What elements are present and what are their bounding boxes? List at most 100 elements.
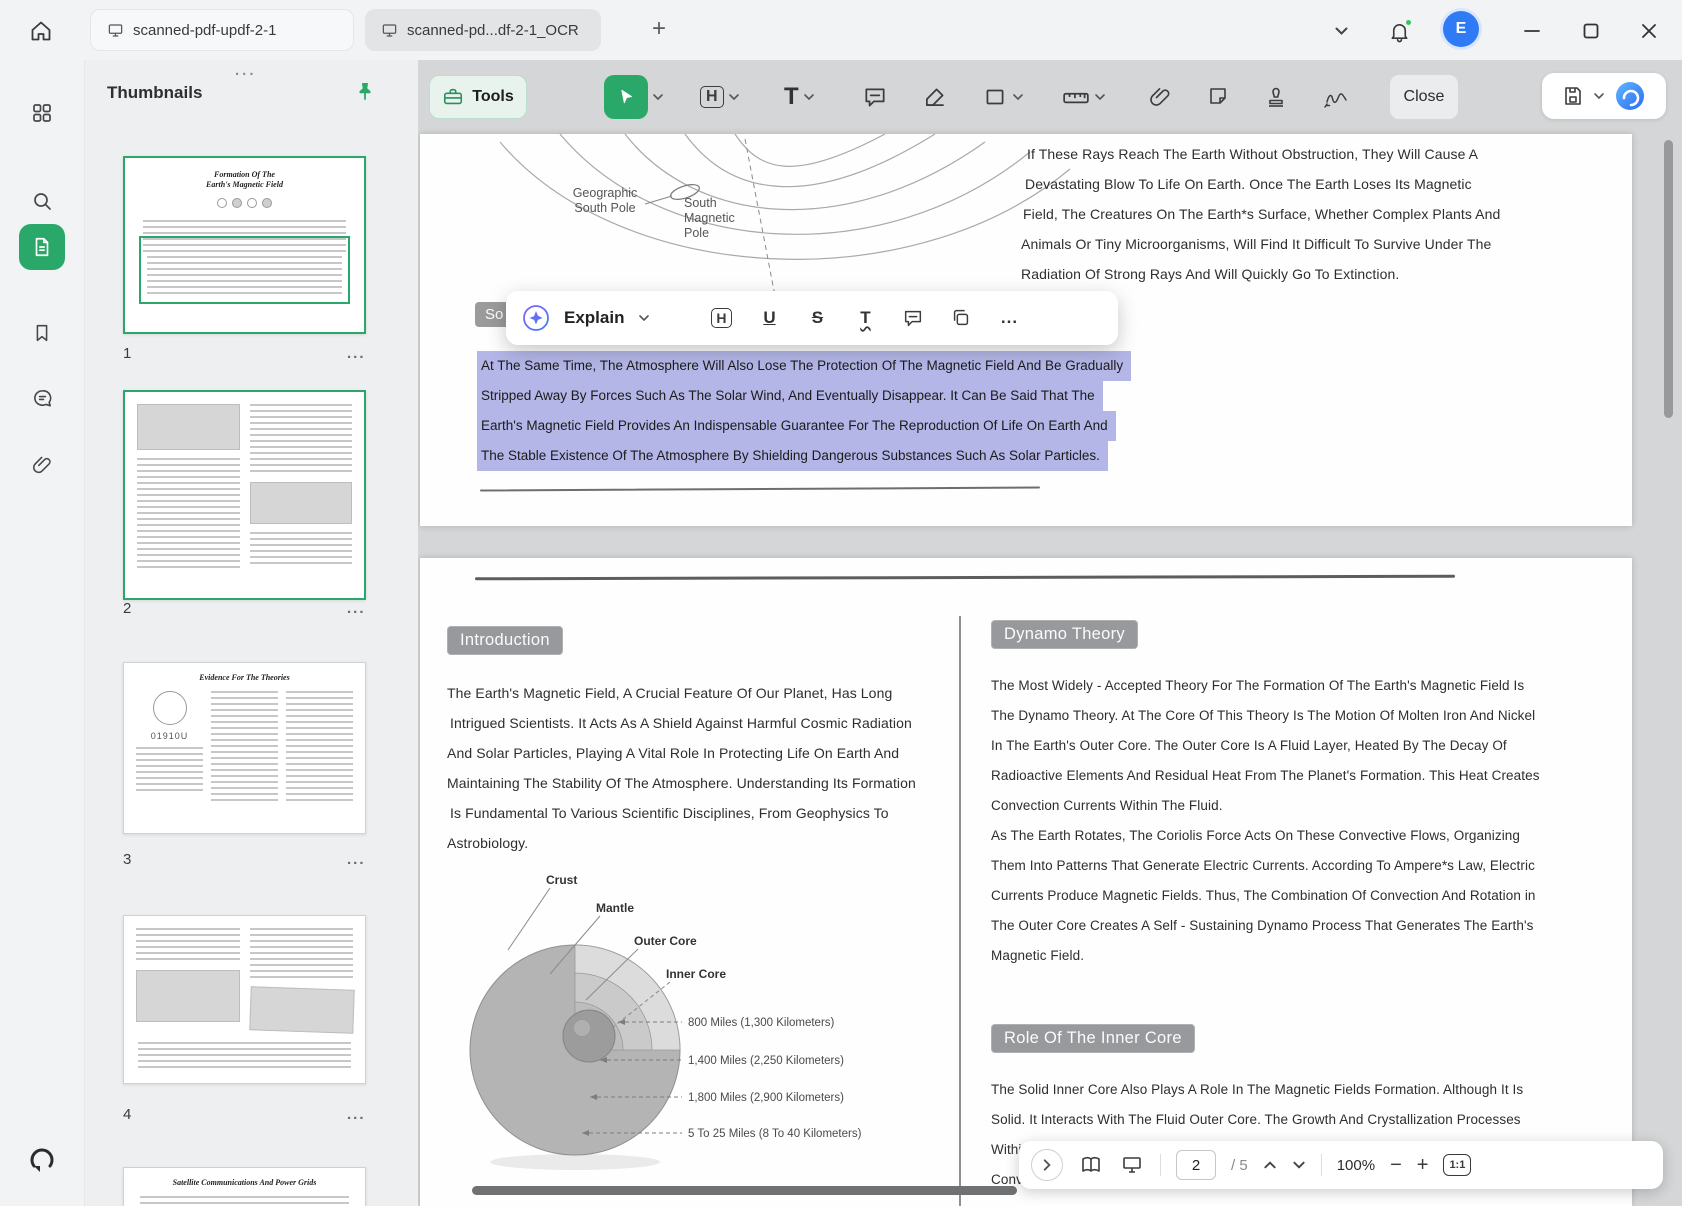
next-page-button[interactable] [1292,1160,1306,1170]
pdf-page-2[interactable]: Introduction The Earth's Magnetic Field,… [420,558,1632,1206]
selected-text-line[interactable]: The Stable Existence Of The Atmosphere B… [477,441,1108,471]
thumbnail-page-4[interactable] [123,915,366,1084]
measurement-label: 1,800 Miles (2,900 Kilometers) [688,1092,844,1104]
pdf-editor-window: Geographic South Pole South Magnetic Pol… [0,0,1682,1206]
divider [1160,1154,1161,1176]
notifications-bell-icon[interactable] [1382,14,1416,48]
zoom-out-button[interactable]: − [1390,1155,1402,1175]
pin-panel-icon[interactable] [353,80,377,104]
mantle-label: Mantle [596,901,634,915]
tab-scanned-pdf[interactable]: scanned-pdf-updf-2-1 [90,9,354,51]
more-options-button[interactable]: ... [992,301,1026,335]
thumbnail-page-3[interactable]: Evidence For The Theories 01910U [123,662,366,834]
close-button[interactable]: Close [1390,75,1458,119]
chevron-down-icon[interactable] [1094,93,1106,101]
ai-sparkle-icon [522,304,550,332]
comment-tool[interactable] [862,75,888,119]
page-number-input[interactable] [1176,1150,1216,1180]
horizontal-scrollbar[interactable] [472,1186,1017,1195]
thumbnail-menu-button[interactable]: ... [347,600,366,617]
select-tool-dropdown-chevron-icon[interactable] [652,93,664,101]
text-tool[interactable]: T [784,75,815,119]
tools-button[interactable]: Tools [429,75,527,119]
explain-dropdown-chevron-icon[interactable] [638,314,650,322]
thumbnail-page-2[interactable] [123,390,366,600]
actual-size-button[interactable]: 1:1 [1443,1154,1471,1176]
expand-bar-button[interactable] [1031,1149,1063,1181]
panel-drag-handle[interactable]: ... [235,62,257,79]
thumbnail-page-number: 4 [123,1106,131,1123]
body-text-line: Maintaining The Stability Of The Atmosph… [447,775,916,791]
thumbnail-menu-button[interactable]: ... [347,345,366,362]
measure-tool[interactable] [1062,75,1106,119]
reader-mode-button[interactable] [1078,1153,1104,1177]
attachment-tool[interactable] [1148,75,1172,119]
magnetic-field-diagram [440,134,1090,309]
text-selection-toolbar: Explain H U S T ... [506,291,1118,345]
zoom-in-button[interactable]: + [1417,1155,1429,1175]
introduction-heading[interactable]: Introduction [447,626,563,655]
tab-scanned-pdf-ocr[interactable]: scanned-pd...df-2-1_OCR [365,9,601,51]
window-close-button[interactable] [1632,14,1666,48]
apps-grid-button[interactable] [19,90,65,136]
thumbnails-view-button[interactable] [19,224,65,270]
ai-assistant-button[interactable] [1613,79,1647,113]
inner-core-heading[interactable]: Role Of The Inner Core [991,1024,1195,1053]
body-text-line: Devastating Blow To Life On Earth. Once … [1025,176,1472,192]
measurement-label: 5 To 25 Miles (8 To 40 Kilometers) [688,1128,862,1140]
strikethrough-button[interactable]: S [800,301,834,335]
dynamo-theory-heading[interactable]: Dynamo Theory [991,620,1138,649]
account-avatar[interactable]: E [1443,11,1479,47]
selected-text-line[interactable]: At The Same Time, The Atmosphere Will Al… [477,351,1131,381]
viewport-indicator [139,236,350,304]
thumbnail-figure-text: 01910U [136,731,203,741]
comment-bubble-icon [862,84,888,110]
signature-tool[interactable] [1322,75,1350,119]
search-button[interactable] [19,178,65,224]
chevron-down-icon[interactable] [1012,93,1024,101]
thumbnail-page-1[interactable]: Formation Of The Earth's Magnetic Field [123,156,366,334]
highlighter-tool[interactable] [922,75,948,119]
squiggly-underline-button[interactable]: T [848,301,882,335]
save-dropdown-chevron-icon[interactable] [1593,92,1605,100]
save-icon[interactable] [1561,84,1585,108]
vertical-scrollbar[interactable] [1664,140,1673,418]
maximize-button[interactable] [1574,14,1608,48]
thumbnail-page-5[interactable]: Satellite Communications And Power Grids [123,1167,366,1206]
tabs-dropdown-chevron-icon[interactable] [1324,14,1358,48]
explain-button[interactable]: Explain [564,308,624,328]
attachments-button[interactable] [19,442,65,488]
shape-tool[interactable] [982,75,1024,119]
body-text-line: Field, The Creatures On The Earth*s Surf… [1023,206,1500,222]
comment-button[interactable] [896,301,930,335]
selected-text-line[interactable]: Stripped Away By Forces Such As The Sola… [477,381,1103,411]
earth-layers-diagram: Crust Mantle Outer Core Inner Core 800 M… [450,870,890,1175]
selected-text-line[interactable]: Earth's Magnetic Field Provides An Indis… [477,411,1116,441]
thumbnail-menu-button[interactable]: ... [347,1106,366,1123]
heading-recognition-tool[interactable]: H [700,75,740,119]
zoom-level-label[interactable]: 100% [1337,1157,1375,1174]
bookmarks-button[interactable] [19,310,65,356]
sticker-tool[interactable] [1206,75,1230,119]
body-text-line: Withi [991,1142,1022,1157]
stamp-tool[interactable] [1264,75,1288,119]
thumbnails-panel: ... Thumbnails Formation Of The Earth's … [84,60,418,1206]
home-button[interactable] [24,14,58,48]
signature-icon [1322,85,1350,109]
heading-ocr-button[interactable]: H [704,301,738,335]
chevron-down-icon[interactable] [728,93,740,101]
chevron-down-icon[interactable] [803,93,815,101]
underline-button[interactable]: U [752,301,786,335]
presentation-mode-button[interactable] [1119,1153,1145,1177]
body-text-line: Them Into Patterns That Generate Electri… [991,858,1535,873]
document-tab-icon [107,23,124,38]
body-text-line: The Dynamo Theory. At The Core Of This T… [991,708,1535,723]
previous-page-button[interactable] [1263,1160,1277,1170]
copy-button[interactable] [944,301,978,335]
new-tab-button[interactable]: + [652,16,666,42]
app-logo-icon[interactable] [19,1138,65,1184]
select-tool-button[interactable] [604,75,648,119]
comments-list-button[interactable] [19,375,65,421]
minimize-button[interactable] [1515,14,1549,48]
thumbnail-menu-button[interactable]: ... [347,851,366,868]
